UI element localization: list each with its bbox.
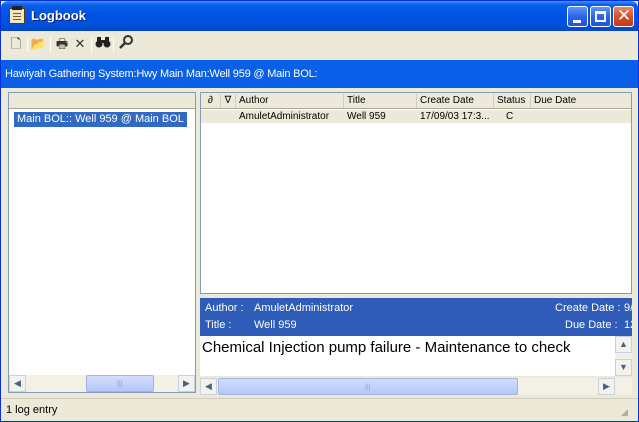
new-document-icon[interactable]: 🗋 [7, 35, 25, 53]
detail-due-date-value: 12 [624, 319, 632, 331]
binoculars-shape [95, 37, 111, 48]
minimize-icon [573, 20, 581, 23]
column-flag[interactable]: ∇ [221, 94, 236, 108]
window-title: Logbook [31, 8, 86, 23]
toolbar-separator [50, 37, 51, 52]
list-header: ∂ ∇ Author Title Create Date Status Due … [201, 93, 631, 109]
tree-item-main-bol[interactable]: Main BOL:: Well 959 @ Main BOL [14, 112, 187, 127]
location-bar: Hawiyah Gathering System:Hwy Main Man:We… [1, 60, 638, 88]
wrench-shape [119, 35, 133, 49]
location-path: Hawiyah Gathering System:Hwy Main Man:We… [5, 68, 318, 80]
detail-author-value: AmuletAdministrator [254, 302, 354, 314]
scroll-up-arrow[interactable]: ▲ [615, 336, 632, 353]
minimize-button[interactable] [567, 6, 588, 27]
maximize-button[interactable] [590, 6, 611, 27]
status-bar: 1 log entry ◢ [1, 398, 638, 421]
tree-horizontal-scrollbar[interactable]: ◀ ||| ▶ [9, 375, 195, 392]
column-author[interactable]: Author [236, 94, 344, 108]
detail-title-value: Well 959 [254, 319, 297, 331]
scroll-right-arrow[interactable]: ▶ [598, 378, 615, 395]
logbook-app-icon [9, 6, 25, 24]
scroll-down-arrow[interactable]: ▼ [615, 359, 632, 376]
detail-create-date-label: Create Date : [555, 302, 621, 314]
thumb-grip: ||| [365, 384, 371, 391]
column-attachment[interactable]: ∂ [201, 94, 221, 108]
logbook-window: Logbook ✕ 🗋 📂 🖶 ✕ Hawiyah Gathering Syst… [0, 0, 639, 422]
description-vertical-scrollbar[interactable]: ▲ ▼ [615, 336, 632, 376]
thumb-grip: ||| [117, 381, 123, 388]
tree-header [9, 93, 195, 109]
detail-author-label: Author : [205, 302, 244, 314]
description-text: Chemical Injection pump failure - Mainte… [202, 339, 571, 356]
resize-grip-icon[interactable]: ◢ [621, 406, 633, 418]
wrench-icon[interactable] [117, 35, 135, 53]
row-title: Well 959 [347, 111, 386, 122]
column-due-date[interactable]: Due Date [531, 94, 631, 108]
table-row[interactable]: AmuletAdministrator Well 959 17/09/03 17… [201, 110, 631, 123]
scroll-left-arrow[interactable]: ◀ [200, 378, 217, 395]
entry-detail-header: Author : AmuletAdministrator Title : Wel… [200, 298, 632, 336]
toolbar-separator [113, 37, 114, 52]
column-status[interactable]: Status [494, 94, 531, 108]
entry-description[interactable]: Chemical Injection pump failure - Mainte… [200, 336, 632, 376]
row-author: AmuletAdministrator [239, 111, 330, 122]
row-create-date: 17/09/03 17:3... [420, 111, 490, 122]
status-text: 1 log entry [6, 404, 58, 416]
column-create-date[interactable]: Create Date [417, 94, 494, 108]
delete-icon[interactable]: ✕ [71, 35, 89, 53]
scroll-left-arrow[interactable]: ◀ [9, 375, 26, 392]
open-folder-icon[interactable]: 📂 [30, 35, 48, 53]
scrollbar-thumb[interactable]: ||| [218, 378, 518, 395]
close-icon: ✕ [616, 6, 632, 25]
detail-title-label: Title : [205, 319, 232, 331]
column-title[interactable]: Title [344, 94, 417, 108]
scrollbar-thumb[interactable]: ||| [86, 375, 154, 392]
toolbar-separator [27, 37, 28, 52]
list-horizontal-scrollbar[interactable]: ◀ ||| ▶ [200, 378, 632, 395]
toolbar: 🗋 📂 🖶 ✕ [5, 34, 635, 56]
maximize-icon [595, 11, 606, 22]
close-button[interactable]: ✕ [613, 6, 634, 27]
scroll-right-arrow[interactable]: ▶ [178, 375, 195, 392]
log-entry-list[interactable]: ∂ ∇ Author Title Create Date Status Due … [200, 92, 632, 294]
detail-due-date-label: Due Date : [565, 319, 618, 331]
binoculars-icon[interactable] [94, 35, 112, 53]
print-icon[interactable]: 🖶 [53, 35, 71, 53]
tree-pane[interactable]: Main BOL:: Well 959 @ Main BOL ◀ ||| ▶ [8, 92, 196, 393]
toolbar-separator [91, 37, 92, 52]
row-status: C [506, 111, 514, 122]
detail-create-date-value: 9/1 [624, 302, 632, 314]
title-bar[interactable]: Logbook ✕ [1, 1, 638, 31]
